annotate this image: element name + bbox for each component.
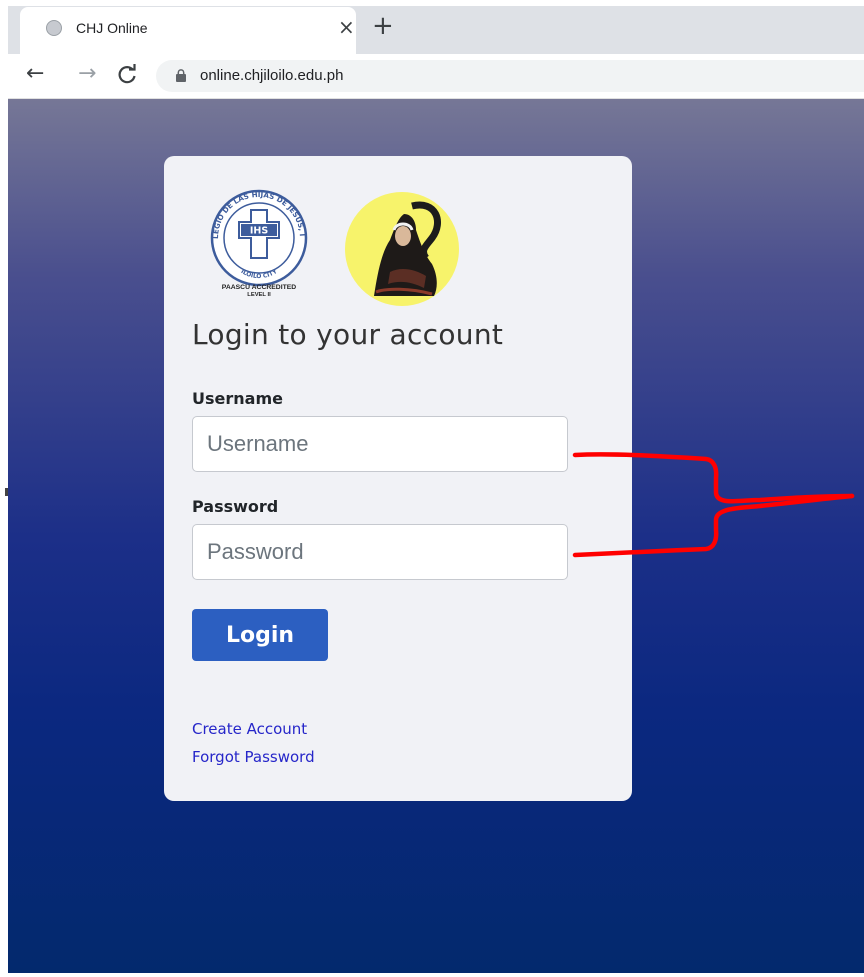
page-background: COLEGIO DE LAS HIJAS DE JESUS, INC. ILOI…	[8, 99, 864, 973]
login-button[interactable]: Login	[192, 609, 328, 661]
founder-portrait-image	[345, 192, 459, 306]
browser-tab[interactable]: CHJ Online ×	[20, 7, 356, 54]
forgot-password-link[interactable]: Forgot Password	[192, 748, 315, 766]
svg-text:PAASCU ACCREDITED: PAASCU ACCREDITED	[222, 284, 296, 291]
create-account-link[interactable]: Create Account	[192, 720, 307, 738]
school-seal-logo: COLEGIO DE LAS HIJAS DE JESUS, INC. ILOI…	[204, 186, 308, 298]
screenshot-frame-bottom	[0, 973, 864, 977]
url-text: online.chjiloilo.edu.ph	[200, 67, 344, 84]
browser-tabstrip: CHJ Online × +	[8, 6, 864, 54]
reload-icon[interactable]	[116, 62, 138, 92]
password-label: Password	[192, 497, 279, 516]
username-input[interactable]	[192, 416, 568, 472]
login-card: COLEGIO DE LAS HIJAS DE JESUS, INC. ILOI…	[164, 156, 632, 801]
back-arrow-icon[interactable]: ←	[26, 62, 44, 86]
address-bar[interactable]: online.chjiloilo.edu.ph	[156, 60, 864, 92]
tab-close-icon[interactable]: ×	[338, 16, 355, 38]
svg-text:IHS: IHS	[250, 226, 268, 237]
password-input[interactable]	[192, 524, 568, 580]
tab-title: CHJ Online	[76, 20, 148, 36]
login-title: Login to your account	[192, 318, 504, 351]
lock-icon	[176, 69, 186, 82]
forward-arrow-icon[interactable]: →	[78, 62, 96, 86]
new-tab-button[interactable]: +	[372, 13, 394, 39]
site-favicon-icon	[46, 20, 62, 36]
username-label: Username	[192, 389, 283, 408]
svg-text:LEVEL II: LEVEL II	[247, 292, 271, 298]
browser-toolbar: ← → online.chjiloilo.edu.ph	[8, 54, 864, 99]
